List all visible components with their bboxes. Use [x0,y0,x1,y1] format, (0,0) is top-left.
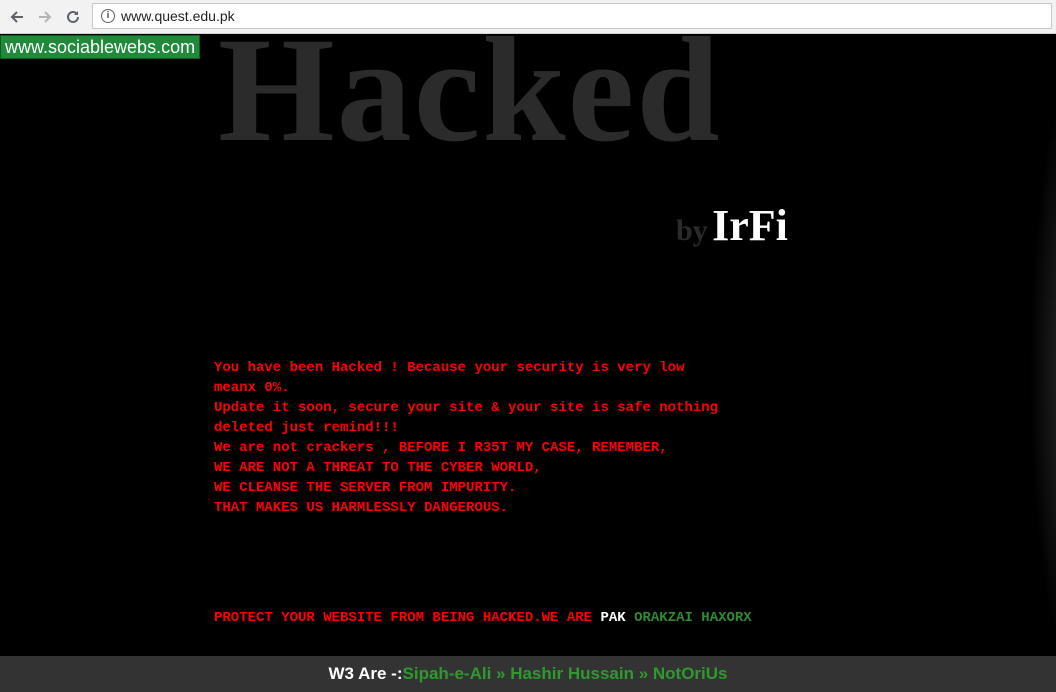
message-line: THAT MAKES US HARMLESSLY DANGEROUS. [214,500,509,516]
message-line: We are not crackers , BEFORE I R35T MY C… [214,440,668,456]
message-line: You have been Hacked ! Because your secu… [214,360,685,376]
page-content: www.sociablewebs.com Hacked by IrFi You … [0,34,1056,692]
arrow-right-icon [39,11,52,23]
info-icon[interactable]: i [101,9,115,23]
reload-button[interactable] [62,6,84,28]
footer-bar: W3 Are -: Sipah-e-Ali » Hashir Hussain »… [0,656,1056,692]
by-label: by [676,214,708,247]
pak-label: PAK [600,610,626,626]
url-text: www.quest.edu.pk [121,8,235,24]
reload-icon [67,10,79,23]
watermark-link[interactable]: www.sociablewebs.com [0,35,201,59]
byline: by IrFi [676,200,788,251]
message-line: WE CLEANSE THE SERVER FROM IMPURITY. [214,480,517,496]
message-line: WE ARE NOT A THREAT TO THE CYBER WORLD, [214,460,542,476]
message-line: deleted just remind!!! [214,420,399,436]
protect-text: PROTECT YOUR WEBSITE FROM BEING HACKED.W… [214,610,593,626]
background-graphic [1021,120,1056,628]
back-button[interactable] [6,6,28,28]
arrow-left-icon [10,11,23,23]
browser-toolbar: i www.quest.edu.pk [0,0,1056,34]
footer-prefix: W3 Are -: [328,664,403,683]
message-line: Update it soon, secure your site & your … [214,400,719,416]
forward-button[interactable] [34,6,56,28]
message-line: meanx 0%. [214,380,290,396]
page-title: Hacked [218,34,722,173]
footer-names: Sipah-e-Ali » Hashir Hussain » NotOriUs [402,664,728,683]
author-name: IrFi [712,201,788,250]
hack-message: You have been Hacked ! Because your secu… [214,358,814,518]
protect-message: PROTECT YOUR WEBSITE FROM BEING HACKED.W… [214,608,814,628]
address-bar[interactable]: i www.quest.edu.pk [92,3,1052,29]
team-name: ORAKZAI HAXORX [634,610,752,626]
